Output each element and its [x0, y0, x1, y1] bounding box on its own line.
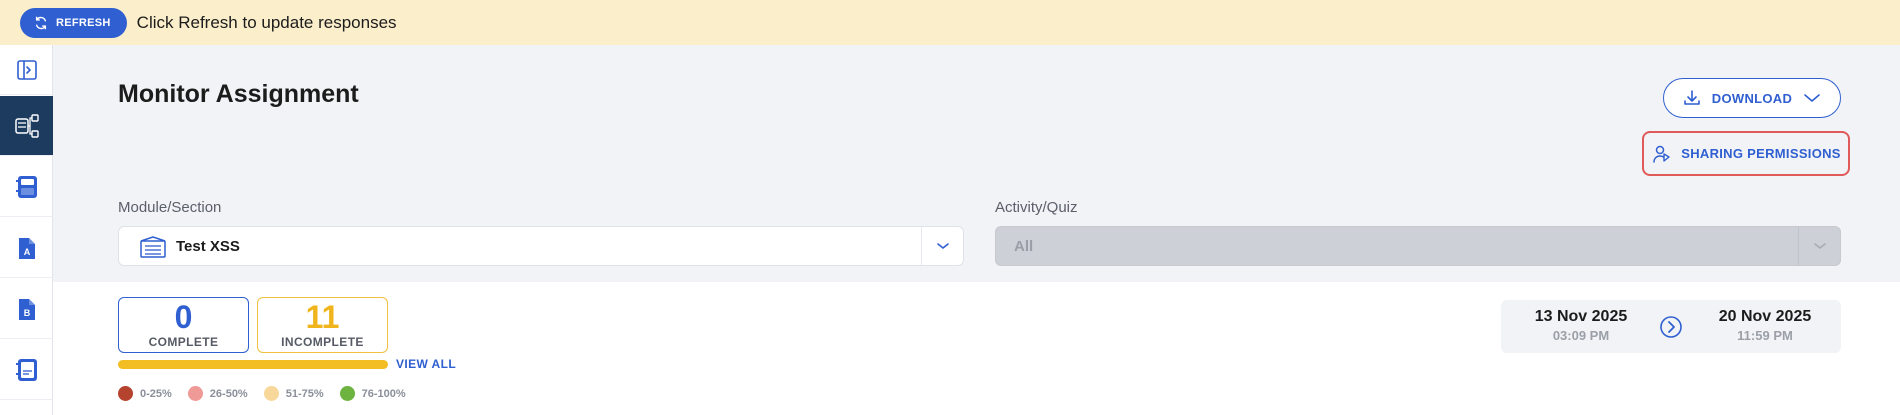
activity-quiz-label: Activity/Quiz	[995, 199, 1078, 216]
incomplete-stat-card[interactable]: 11 INCOMPLETE	[257, 297, 388, 353]
sidebar-item-notebook[interactable]	[0, 157, 53, 217]
module-section-label: Module/Section	[118, 199, 222, 216]
arrow-right-circle-icon	[1660, 316, 1682, 338]
legend-label: 0-25%	[140, 387, 172, 400]
incomplete-count: 11	[305, 299, 340, 335]
legend-label: 26-50%	[209, 387, 248, 400]
activity-quiz-chevron	[1798, 227, 1840, 265]
book-b-icon: B	[18, 298, 35, 320]
date-range: 13 Nov 2025 03:09 PM 20 Nov 2025 11:59 P…	[1501, 300, 1841, 353]
activity-quiz-value: All	[1014, 238, 1034, 255]
end-time-value: 11:59 PM	[1737, 328, 1793, 343]
sidebar-item-book-b[interactable]: B	[0, 279, 53, 339]
download-icon	[1683, 90, 1700, 105]
incomplete-label: INCOMPLETE	[281, 335, 364, 349]
assignment-monitor-icon	[14, 113, 39, 138]
legend-item: 0-25%	[118, 386, 172, 401]
page-title: Monitor Assignment	[118, 80, 359, 108]
view-all-link[interactable]: VIEW ALL	[396, 357, 456, 371]
svg-text:A: A	[23, 247, 30, 257]
activity-quiz-select[interactable]: All	[995, 226, 1841, 266]
legend-swatch	[263, 386, 279, 401]
download-label: DOWNLOAD	[1711, 90, 1793, 106]
download-button[interactable]: DOWNLOAD	[1663, 78, 1841, 118]
complete-count: 0	[174, 299, 193, 335]
legend-swatch	[118, 386, 133, 401]
score-legend: 0-25% 26-50% 51-75% 76-100%	[118, 386, 406, 401]
start-date-value: 13 Nov 2025	[1534, 308, 1628, 325]
notebook-icon	[15, 175, 37, 198]
chevron-down-icon	[1813, 243, 1826, 249]
legend-swatch	[187, 386, 203, 401]
complete-stat-card[interactable]: 0 COMPLETE	[118, 297, 249, 353]
module-section-value: Test XSS	[176, 238, 240, 255]
completion-progress-bar	[118, 360, 388, 369]
refresh-banner: REFRESH Click Refresh to update response…	[0, 0, 1900, 45]
end-date: 20 Nov 2025 11:59 PM	[1705, 308, 1825, 343]
legend-label: 76-100%	[361, 387, 406, 400]
chevron-down-icon	[936, 243, 949, 249]
legend-swatch	[339, 386, 355, 401]
book-a-icon: A	[18, 237, 35, 259]
sidebar-item-monitor-assignment[interactable]	[0, 96, 53, 156]
svg-text:B: B	[23, 308, 30, 318]
sidebar: A B	[0, 45, 53, 415]
start-time-value: 03:09 PM	[1552, 328, 1610, 343]
module-section-select[interactable]: Test XSS	[118, 226, 964, 266]
refresh-icon	[35, 16, 47, 29]
user-share-icon	[1653, 145, 1670, 163]
legend-item: 51-75%	[263, 386, 324, 401]
sidebar-toggle[interactable]	[0, 45, 53, 95]
expand-sidebar-icon	[16, 59, 37, 80]
sharing-permissions-button[interactable]: SHARING PERMISSIONS	[1642, 131, 1850, 176]
refresh-button[interactable]: REFRESH	[20, 7, 127, 38]
module-section-chevron	[921, 227, 963, 265]
classroom-icon	[140, 236, 166, 258]
legend-item: 76-100%	[339, 386, 406, 401]
complete-label: COMPLETE	[148, 335, 219, 349]
refresh-label: REFRESH	[56, 16, 111, 29]
sharing-permissions-label: SHARING PERMISSIONS	[1681, 146, 1841, 161]
sidebar-item-notes[interactable]	[0, 340, 53, 400]
end-date-value: 20 Nov 2025	[1718, 308, 1812, 325]
legend-item: 26-50%	[187, 386, 248, 401]
legend-label: 51-75%	[285, 387, 324, 400]
notes-icon	[15, 358, 37, 381]
banner-message: Click Refresh to update responses	[136, 12, 397, 32]
start-date: 13 Nov 2025 03:09 PM	[1521, 308, 1641, 343]
chevron-down-icon	[1804, 94, 1820, 102]
sidebar-item-book-a[interactable]: A	[0, 218, 53, 278]
